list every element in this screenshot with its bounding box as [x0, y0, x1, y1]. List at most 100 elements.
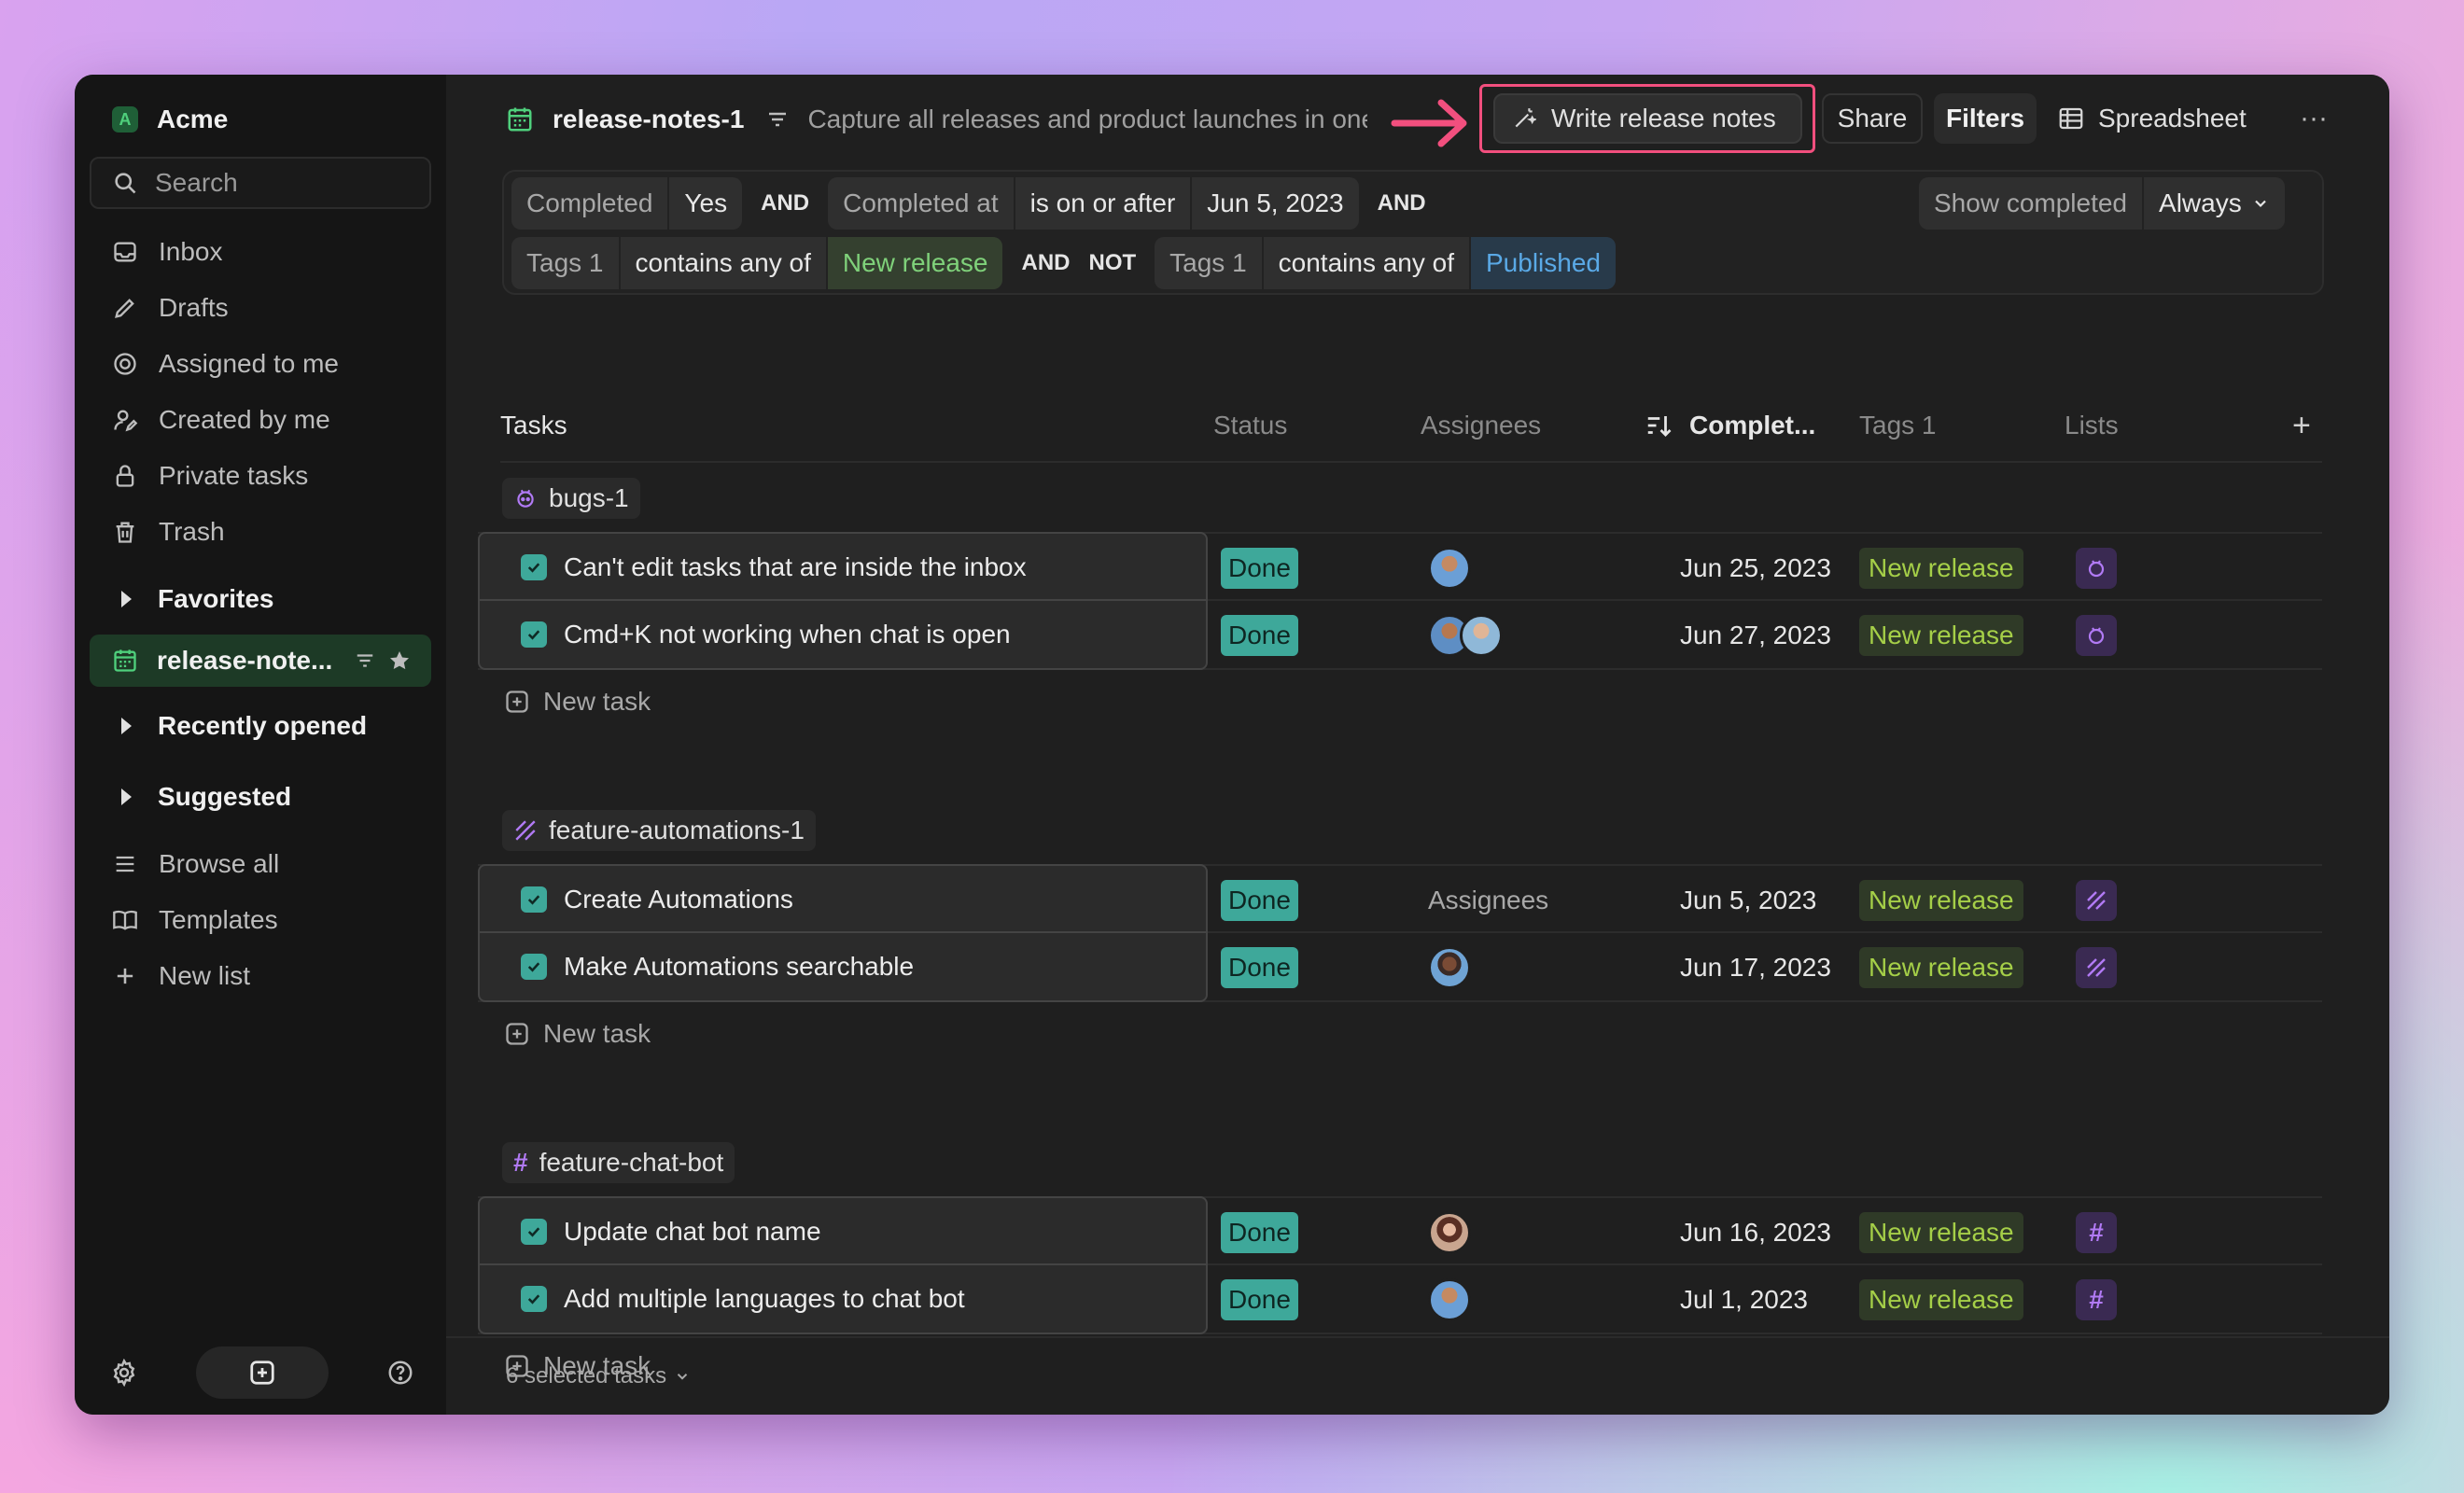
filter-operator-not[interactable]: NOT	[1088, 250, 1136, 276]
status-badge[interactable]: Done	[1221, 1212, 1298, 1253]
table-row[interactable]: Update chat bot name Done Jun 16, 2023 N…	[478, 1196, 2322, 1267]
list-badge[interactable]	[2076, 880, 2117, 921]
sidebar-item-drafts[interactable]: Drafts	[90, 280, 431, 336]
sidebar-item-browse-all[interactable]: Browse all	[90, 836, 431, 892]
more-options-button[interactable]: ···	[2292, 93, 2335, 144]
page-title[interactable]: release-notes-1	[553, 105, 744, 134]
list-badge[interactable]: #	[2076, 1212, 2117, 1253]
filter-operator-and[interactable]: AND	[1378, 190, 1426, 216]
filter-chip-completed-at[interactable]: Completed at is on or after Jun 5, 2023	[828, 177, 1359, 230]
section-recently-opened[interactable]: Recently opened	[90, 694, 431, 758]
filter-icon[interactable]	[766, 108, 789, 131]
checkbox-checked[interactable]	[521, 954, 547, 980]
tag-badge[interactable]: New release	[1859, 548, 2023, 589]
filter-value-tag[interactable]: New release	[827, 237, 1003, 289]
table-row[interactable]: Cmd+K not working when chat is open Done…	[478, 599, 2322, 670]
column-header-tasks[interactable]: Tasks	[500, 388, 567, 463]
column-header-tags[interactable]: Tags 1	[1859, 388, 1937, 463]
status-badge[interactable]: Done	[1221, 947, 1298, 988]
completed-date[interactable]: Jun 5, 2023	[1680, 866, 1816, 935]
checkbox-checked[interactable]	[521, 621, 547, 648]
sidebar-item-new-list[interactable]: New list	[90, 948, 431, 1004]
status-badge[interactable]: Done	[1221, 548, 1298, 589]
task-cell[interactable]: Cmd+K not working when chat is open	[478, 599, 1208, 670]
new-task-button[interactable]: New task	[504, 1006, 651, 1062]
task-cell[interactable]: Update chat bot name	[478, 1196, 1208, 1267]
column-header-lists[interactable]: Lists	[2065, 388, 2119, 463]
table-row[interactable]: Can't edit tasks that are inside the inb…	[478, 532, 2322, 603]
task-cell[interactable]: Can't edit tasks that are inside the inb…	[478, 532, 1208, 603]
assignees-cell[interactable]	[1428, 1210, 1471, 1255]
filter-operator-and[interactable]: AND	[761, 190, 809, 216]
list-badge[interactable]	[2076, 548, 2117, 589]
show-completed-chip[interactable]: Show completed Always	[1919, 177, 2285, 230]
sidebar-item-templates[interactable]: Templates	[90, 892, 431, 948]
filter-chip-tags-not[interactable]: Tags 1 contains any of Published	[1155, 237, 1616, 289]
group-label[interactable]: # feature-chat-bot	[502, 1142, 735, 1183]
table-row[interactable]: Create Automations Done Assignees Jun 5,…	[478, 864, 2322, 935]
assignees-placeholder[interactable]: Assignees	[1428, 878, 1548, 923]
status-badge[interactable]: Done	[1221, 615, 1298, 656]
section-suggested[interactable]: Suggested	[90, 765, 431, 829]
selected-tasks-dropdown[interactable]: 6 selected tasks	[506, 1363, 691, 1389]
assignees-cell[interactable]	[1428, 945, 1471, 990]
tag-badge[interactable]: New release	[1859, 1212, 2023, 1253]
filter-value[interactable]: Yes	[669, 177, 742, 230]
filter-value[interactable]: Jun 5, 2023	[1192, 177, 1358, 230]
tag-badge[interactable]: New release	[1859, 880, 2023, 921]
write-release-notes-button[interactable]: Write release notes	[1493, 93, 1802, 144]
gear-icon[interactable]	[110, 1359, 138, 1387]
sidebar-item-release-notes[interactable]: release-note...	[90, 635, 431, 687]
tag-badge[interactable]: New release	[1859, 615, 2023, 656]
view-switcher-button[interactable]: Spreadsheet	[2051, 93, 2268, 144]
add-column-button[interactable]: +	[2292, 388, 2311, 463]
completed-date[interactable]: Jun 25, 2023	[1680, 534, 1831, 603]
completed-date[interactable]: Jun 16, 2023	[1680, 1198, 1831, 1267]
group-label[interactable]: feature-automations-1	[502, 810, 816, 851]
filter-chip-completed[interactable]: Completed Yes	[511, 177, 743, 230]
completed-date[interactable]: Jun 17, 2023	[1680, 933, 1831, 1002]
column-header-completed[interactable]: Complet...	[1645, 388, 1815, 463]
column-header-assignees[interactable]: Assignees	[1421, 388, 1541, 463]
filter-field[interactable]: Tags 1	[1155, 237, 1264, 289]
task-cell[interactable]: Make Automations searchable	[478, 931, 1208, 1002]
filter-condition[interactable]: is on or after	[1015, 177, 1193, 230]
filter-operator-and[interactable]: AND	[1021, 250, 1070, 276]
filter-condition[interactable]: contains any of	[1264, 237, 1471, 289]
sidebar-item-assigned[interactable]: Assigned to me	[90, 336, 431, 392]
column-header-status[interactable]: Status	[1213, 388, 1287, 463]
filter-field[interactable]: Tags 1	[511, 237, 621, 289]
assignees-cell[interactable]	[1428, 1277, 1471, 1322]
sidebar-item-created[interactable]: Created by me	[90, 392, 431, 448]
sidebar-item-trash[interactable]: Trash	[90, 504, 431, 560]
table-row[interactable]: Add multiple languages to chat bot Done …	[478, 1263, 2322, 1334]
star-icon[interactable]	[388, 649, 411, 672]
section-favorites[interactable]: Favorites	[90, 567, 431, 631]
sidebar-item-private[interactable]: Private tasks	[90, 448, 431, 504]
list-badge[interactable]	[2076, 615, 2117, 656]
sidebar-item-inbox[interactable]: Inbox	[90, 224, 431, 280]
filters-button[interactable]: Filters	[1934, 93, 2037, 144]
status-badge[interactable]: Done	[1221, 1279, 1298, 1320]
group-label[interactable]: bugs-1	[502, 478, 640, 519]
task-cell[interactable]: Create Automations	[478, 864, 1208, 935]
checkbox-checked[interactable]	[521, 1286, 547, 1312]
assignees-cell[interactable]	[1428, 613, 1503, 658]
show-completed-dropdown[interactable]: Always	[2144, 177, 2285, 230]
status-badge[interactable]: Done	[1221, 880, 1298, 921]
filter-chip-tags[interactable]: Tags 1 contains any of New release	[511, 237, 1003, 289]
filter-field[interactable]: Completed at	[828, 177, 1015, 230]
workspace-switcher[interactable]: A Acme	[90, 101, 431, 138]
assignees-cell[interactable]	[1428, 546, 1471, 591]
list-description[interactable]: Capture all releases and product launche…	[807, 105, 1367, 134]
list-badge[interactable]	[2076, 947, 2117, 988]
help-icon[interactable]	[386, 1359, 414, 1387]
tag-badge[interactable]: New release	[1859, 1279, 2023, 1320]
table-row[interactable]: Make Automations searchable Done Jun 17,…	[478, 931, 2322, 1002]
filter-value-tag[interactable]: Published	[1471, 237, 1616, 289]
completed-date[interactable]: Jun 27, 2023	[1680, 601, 1831, 670]
checkbox-checked[interactable]	[521, 1219, 547, 1245]
filter-field[interactable]: Completed	[511, 177, 670, 230]
checkbox-checked[interactable]	[521, 554, 547, 580]
share-button[interactable]: Share	[1822, 93, 1923, 144]
